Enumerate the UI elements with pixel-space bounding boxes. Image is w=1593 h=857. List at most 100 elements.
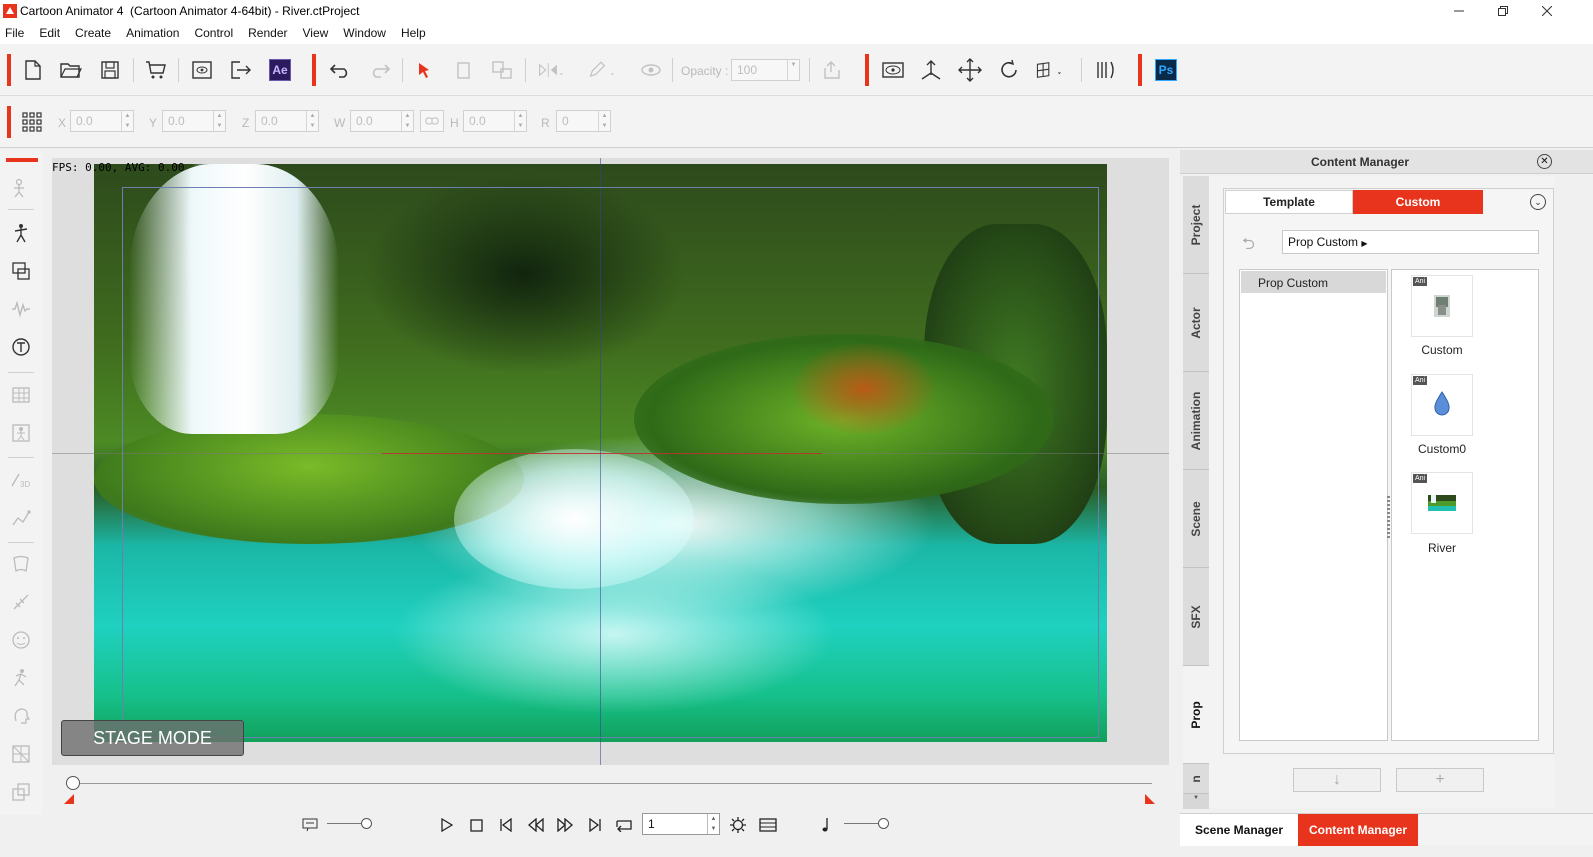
tab-scene[interactable]: Scene — [1183, 470, 1209, 568]
menu-window[interactable]: Window — [343, 26, 386, 40]
tab-project[interactable]: Project — [1183, 176, 1209, 274]
tab-more[interactable]: n — [1183, 764, 1209, 794]
camera-view-button[interactable] — [880, 57, 906, 83]
splitter-handle[interactable] — [1387, 496, 1390, 538]
next-frame-button[interactable] — [555, 815, 575, 835]
stop-button[interactable] — [466, 815, 486, 835]
camera-zoom-button[interactable] — [1035, 57, 1061, 83]
camera-rotate-button[interactable] — [996, 57, 1022, 83]
face-puppet-button[interactable] — [9, 628, 33, 652]
minimize-button[interactable] — [1437, 0, 1481, 22]
copy-button[interactable] — [450, 57, 476, 83]
camera-pan-button[interactable] — [918, 57, 944, 83]
timeline-panel-button[interactable] — [758, 815, 778, 835]
motion-puppet-button[interactable] — [9, 666, 33, 690]
head-turn-button[interactable] — [9, 704, 33, 728]
sprite-editor-button[interactable] — [9, 259, 33, 283]
undo-button[interactable] — [328, 57, 354, 83]
folder-path-field[interactable]: Prop Custom ▶ — [1282, 230, 1539, 254]
speed-slider-knob[interactable] — [361, 818, 372, 829]
lock-ratio-button[interactable] — [420, 110, 444, 132]
preview-button[interactable] — [189, 57, 215, 83]
y-input[interactable]: 0.0 ▲ ▼ — [162, 110, 226, 132]
opacity-input[interactable]: 100 ▼ — [731, 59, 800, 81]
menu-create[interactable]: Create — [75, 26, 111, 40]
stage-viewport[interactable]: FPS: 0.00, AVG: 0.00 STAGE MODE — [52, 158, 1169, 765]
volume-slider-knob[interactable] — [878, 818, 889, 829]
menu-animation[interactable]: Animation — [126, 26, 179, 40]
settings-button[interactable] — [728, 815, 748, 835]
first-frame-button[interactable] — [496, 815, 516, 835]
menu-view[interactable]: View — [302, 26, 328, 40]
tab-scroll-down-icon[interactable]: ▼ — [1183, 795, 1209, 809]
tab-actor[interactable]: Actor — [1183, 274, 1209, 372]
loop-button[interactable] — [614, 815, 634, 835]
content-item-custom0[interactable]: Ani — [1412, 375, 1472, 435]
pose-tool-button[interactable] — [9, 421, 33, 445]
menu-control[interactable]: Control — [194, 26, 233, 40]
content-item-custom[interactable]: Ani — [1412, 276, 1472, 336]
select-tool-button[interactable] — [412, 57, 438, 83]
layer-manager-button[interactable] — [9, 780, 33, 804]
tab-sfx[interactable]: SFX — [1183, 568, 1209, 666]
timeline-scrubber[interactable] — [52, 766, 1169, 806]
range-start-marker-icon[interactable] — [64, 794, 74, 804]
camera-move-button[interactable] — [957, 57, 983, 83]
motion-path-button[interactable] — [9, 506, 33, 530]
puppet-grid-button[interactable] — [9, 742, 33, 766]
download-button[interactable]: ↓ — [1293, 768, 1381, 792]
w-input[interactable]: 0.0 ▲ ▼ — [350, 110, 414, 132]
menu-edit[interactable]: Edit — [39, 26, 60, 40]
add-button[interactable]: + — [1396, 768, 1484, 792]
restore-button[interactable] — [1481, 0, 1525, 22]
menu-render[interactable]: Render — [248, 26, 287, 40]
audio-lipsync-button[interactable] — [9, 297, 33, 321]
tab-animation[interactable]: Animation — [1183, 372, 1209, 470]
collapse-button[interactable]: ⌄ — [1530, 194, 1546, 210]
playhead-knob[interactable] — [66, 776, 80, 790]
x-input[interactable]: 0.0 ▲ ▼ — [70, 110, 134, 132]
current-frame-input[interactable]: 1 ▲ ▼ — [642, 813, 720, 835]
open-project-button[interactable] — [58, 57, 84, 83]
volume-button[interactable] — [817, 815, 837, 835]
visibility-button[interactable] — [638, 57, 664, 83]
timeline-track[interactable] — [72, 783, 1152, 784]
subtitle-button[interactable] — [300, 815, 320, 835]
last-frame-button[interactable] — [585, 815, 605, 835]
after-effects-button[interactable]: Ae — [267, 57, 293, 83]
new-project-button[interactable] — [20, 57, 46, 83]
reset-position-button[interactable] — [820, 57, 846, 83]
character-composer-button[interactable] — [9, 176, 33, 200]
store-button[interactable] — [143, 57, 169, 83]
tree-item-prop-custom[interactable]: Prop Custom — [1241, 271, 1386, 293]
r-input[interactable]: 0 ▲ ▼ — [556, 110, 611, 132]
flip-button[interactable] — [537, 57, 563, 83]
content-manager-tab[interactable]: Content Manager — [1298, 814, 1418, 846]
replace-button[interactable] — [489, 57, 515, 83]
close-panel-button[interactable]: ✕ — [1537, 154, 1552, 169]
content-item-river[interactable]: Ani — [1412, 473, 1472, 533]
export-button[interactable] — [228, 57, 254, 83]
spring-tool-button[interactable] — [9, 590, 33, 614]
play-button[interactable] — [437, 815, 457, 835]
range-end-marker-icon[interactable] — [1145, 794, 1155, 804]
menu-file[interactable]: File — [5, 26, 24, 40]
scene-manager-tab[interactable]: Scene Manager — [1180, 814, 1298, 846]
h-input[interactable]: 0.0 ▲ ▼ — [463, 110, 527, 132]
link-button[interactable] — [588, 57, 614, 83]
layout-grid-button[interactable] — [19, 109, 45, 135]
menu-help[interactable]: Help — [401, 26, 426, 40]
timeline-toggle-button[interactable] — [1093, 57, 1119, 83]
photoshop-button[interactable]: Ps — [1153, 57, 1179, 83]
timeline-tool-button[interactable] — [9, 383, 33, 407]
back-button[interactable]: ⮌ — [1242, 233, 1255, 260]
bone-editor-button[interactable] — [9, 221, 33, 245]
previous-frame-button[interactable] — [526, 815, 546, 835]
close-window-button[interactable] — [1525, 0, 1569, 22]
z-input[interactable]: 0.0 ▲ ▼ — [255, 110, 319, 132]
3d-head-button[interactable]: 3D — [9, 468, 33, 492]
tab-prop[interactable]: Prop — [1183, 666, 1209, 764]
custom-tab[interactable]: Custom — [1353, 190, 1483, 214]
redo-button[interactable] — [366, 57, 392, 83]
deform-tool-button[interactable] — [9, 552, 33, 576]
